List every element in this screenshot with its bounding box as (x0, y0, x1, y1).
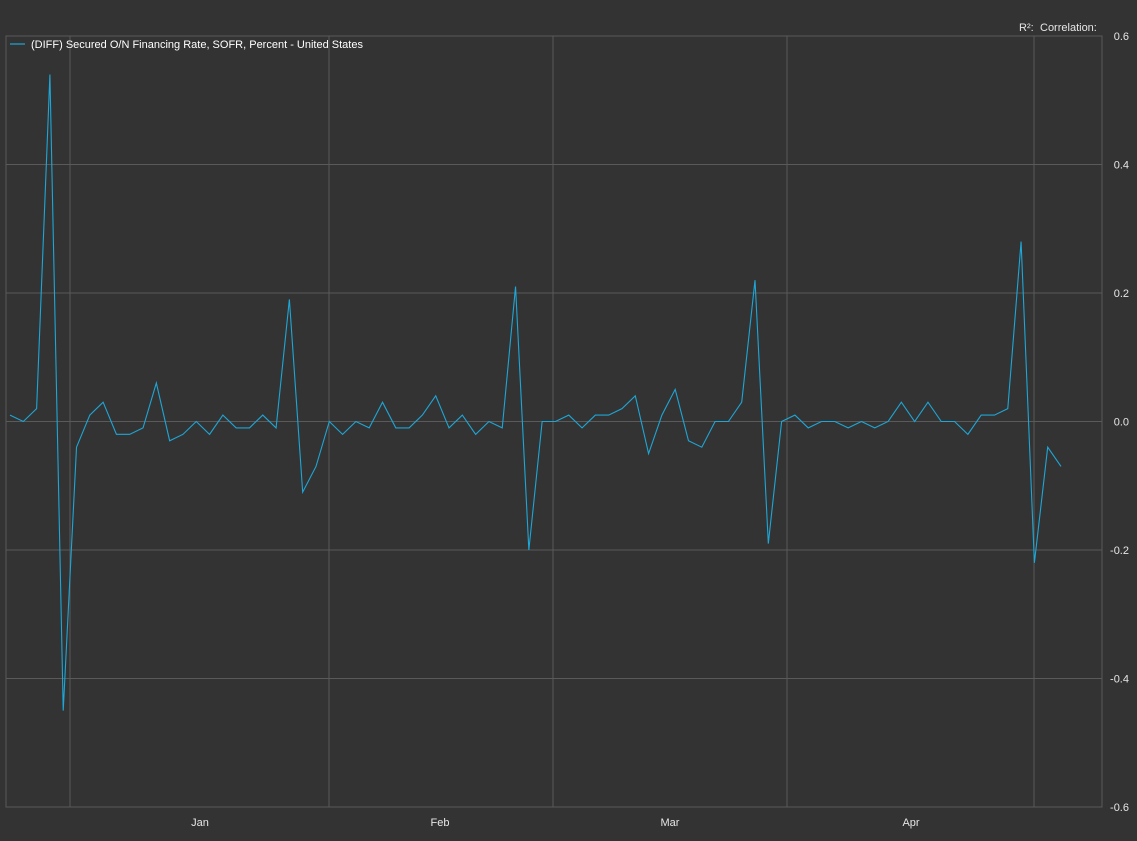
y-tick-label: 0.0 (1114, 417, 1129, 429)
series-line (9, 74, 1062, 711)
chart-container: 0.6 0.4 0.2 0.0 -0.2 -0.4 -0.6 Jan Feb Mar Apr (D… (0, 0, 1137, 836)
y-axis: 0.6 0.4 0.2 0.0 -0.2 -0.4 -0.6 (1110, 31, 1129, 814)
x-tick-label: Mar (661, 817, 680, 829)
x-tick-label: Feb (431, 817, 450, 829)
legend-label: (DIFF) Secured O/N Financing Rate, SOFR,… (31, 39, 363, 51)
y-tick-label: -0.4 (1110, 674, 1129, 686)
legend[interactable]: (DIFF) Secured O/N Financing Rate, SOFR,… (10, 39, 363, 51)
x-axis: Jan Feb Mar Apr (191, 817, 920, 829)
x-tick-label: Apr (902, 817, 919, 829)
stats-readout: R²: Correlation: (1019, 22, 1097, 34)
r-squared-label: R²: (1019, 22, 1034, 34)
y-tick-label: 0.6 (1114, 31, 1129, 43)
correlation-label: Correlation: (1040, 22, 1097, 34)
y-tick-label: -0.6 (1110, 802, 1129, 814)
series-layer (9, 74, 1062, 711)
y-tick-label: 0.2 (1114, 288, 1129, 300)
y-tick-label: 0.4 (1114, 160, 1129, 172)
x-tick-label: Jan (191, 817, 209, 829)
line-chart: 0.6 0.4 0.2 0.0 -0.2 -0.4 -0.6 Jan Feb Mar Apr (D… (5, 22, 1129, 829)
y-tick-label: -0.2 (1110, 545, 1129, 557)
